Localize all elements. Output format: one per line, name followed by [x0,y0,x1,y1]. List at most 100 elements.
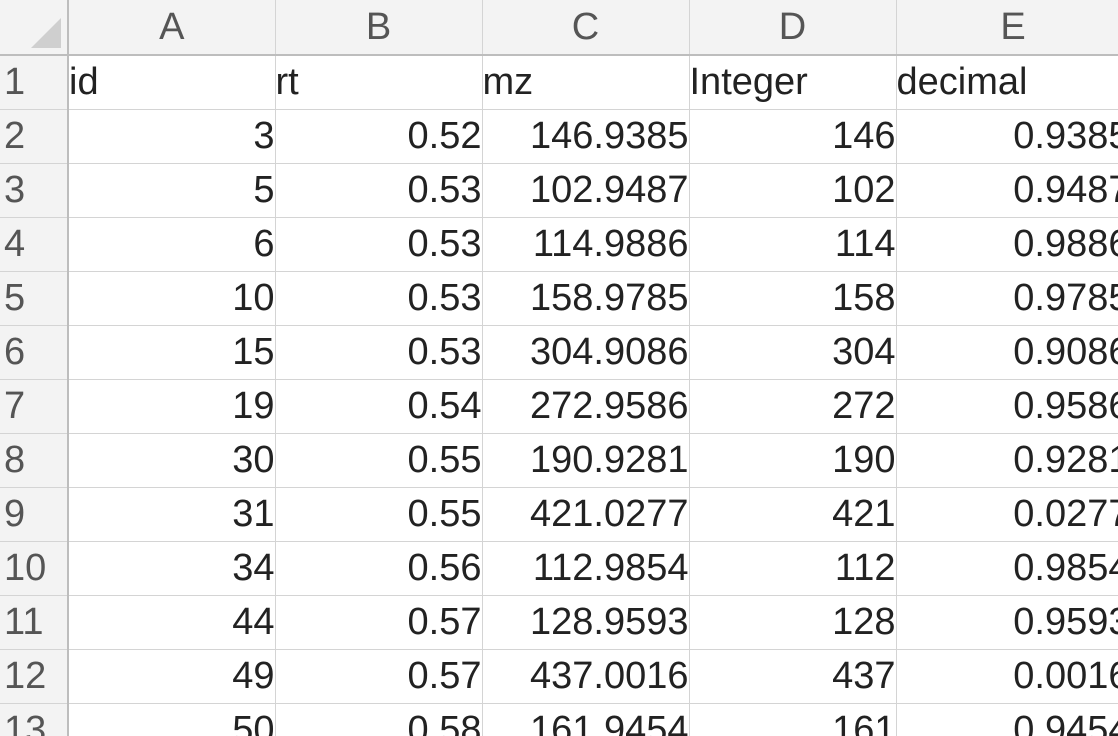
row-header[interactable]: 6 [0,325,69,380]
row-header[interactable]: 13 [0,703,69,736]
cell[interactable]: 128 [689,595,897,650]
row-header[interactable]: 4 [0,217,69,272]
cell[interactable]: 112.9854 [482,541,690,596]
cell[interactable]: 0.57 [275,595,483,650]
table-row: 12 49 0.57 437.0016 437 0.0016 [0,649,1118,704]
cell[interactable]: 102 [689,163,897,218]
column-header-b[interactable]: B [275,0,483,56]
cell[interactable]: 304.9086 [482,325,690,380]
column-header-a[interactable]: A [68,0,276,56]
cell-table: A B C D E 1 id rt mz Integer decimal 230… [0,0,1118,736]
table-row: 8 30 0.55 190.9281 190 0.9281 [0,433,1118,488]
cell[interactable]: Integer [689,55,897,110]
cell[interactable]: 114 [689,217,897,272]
cell[interactable]: 19 [68,379,276,434]
cell[interactable]: decimal [896,55,1118,110]
cell[interactable]: 0.9593 [896,595,1118,650]
row-header[interactable]: 9 [0,487,69,542]
cell[interactable]: 44 [68,595,276,650]
table-row: 5 10 0.53 158.9785 158 0.9785 [0,271,1118,326]
table-row: 13 50 0.58 161.9454 161 0.9454 [0,703,1118,736]
cell[interactable]: 0.55 [275,487,483,542]
cell[interactable]: 0.0277 [896,487,1118,542]
cell[interactable]: 146 [689,109,897,164]
cell[interactable]: 10 [68,271,276,326]
cell[interactable]: 0.9487 [896,163,1118,218]
cell[interactable]: 34 [68,541,276,596]
cell[interactable]: 146.9385 [482,109,690,164]
cell[interactable]: 0.58 [275,703,483,736]
table-row: 4 6 0.53 114.9886 114 0.9886 [0,217,1118,272]
row-header[interactable]: 11 [0,595,69,650]
row-header[interactable]: 5 [0,271,69,326]
cell[interactable]: 50 [68,703,276,736]
cell[interactable]: 0.54 [275,379,483,434]
cell[interactable]: 161.9454 [482,703,690,736]
cell[interactable]: 0.9586 [896,379,1118,434]
cell[interactable]: 30 [68,433,276,488]
cell[interactable]: 437 [689,649,897,704]
cell[interactable]: 0.56 [275,541,483,596]
row-header[interactable]: 12 [0,649,69,704]
cell[interactable]: 102.9487 [482,163,690,218]
row-header[interactable]: 8 [0,433,69,488]
cell[interactable]: 272.9586 [482,379,690,434]
table-row: 1 id rt mz Integer decimal [0,55,1118,110]
cell[interactable]: 190 [689,433,897,488]
cell[interactable]: 437.0016 [482,649,690,704]
cell[interactable]: 0.52 [275,109,483,164]
row-header[interactable]: 3 [0,163,69,218]
cell[interactable]: 0.9854 [896,541,1118,596]
cell[interactable]: 421 [689,487,897,542]
cell[interactable]: 128.9593 [482,595,690,650]
column-header-c[interactable]: C [482,0,690,56]
cell[interactable]: mz [482,55,690,110]
cell[interactable]: 0.57 [275,649,483,704]
cell[interactable]: 158 [689,271,897,326]
cell[interactable]: 158.9785 [482,271,690,326]
cell[interactable]: 49 [68,649,276,704]
row-header[interactable]: 7 [0,379,69,434]
column-header-e[interactable]: E [896,0,1118,56]
cell[interactable]: 3 [68,109,276,164]
table-row: 2 3 0.52 146.9385 146 0.9385 [0,109,1118,164]
cell[interactable]: id [68,55,276,110]
select-all-triangle-icon [31,18,61,48]
cell[interactable]: 190.9281 [482,433,690,488]
table-row: 11 44 0.57 128.9593 128 0.9593 [0,595,1118,650]
cell[interactable]: 0.9086 [896,325,1118,380]
cell[interactable]: 161 [689,703,897,736]
cell[interactable]: 0.53 [275,217,483,272]
cell[interactable]: 5 [68,163,276,218]
data-rows: 2 3 0.52 146.9385 146 0.9385 3 5 0.53 102.9487 102… [0,109,1118,736]
cell[interactable]: 15 [68,325,276,380]
cell[interactable]: 0.55 [275,433,483,488]
cell[interactable]: 0.9454 [896,703,1118,736]
cell[interactable]: 112 [689,541,897,596]
cell[interactable]: 114.9886 [482,217,690,272]
cell[interactable]: 0.9785 [896,271,1118,326]
row-header[interactable]: 1 [0,55,69,110]
row-header[interactable]: 10 [0,541,69,596]
cell[interactable]: 0.53 [275,163,483,218]
select-all-corner[interactable] [0,0,69,56]
cell[interactable]: 304 [689,325,897,380]
cell[interactable]: 31 [68,487,276,542]
cell[interactable]: 421.0277 [482,487,690,542]
cell[interactable]: 0.0016 [896,649,1118,704]
cell[interactable]: 0.53 [275,271,483,326]
cell[interactable]: 0.9385 [896,109,1118,164]
cell[interactable]: 6 [68,217,276,272]
table-row: 3 5 0.53 102.9487 102 0.9487 [0,163,1118,218]
cell[interactable]: rt [275,55,483,110]
cell[interactable]: 0.53 [275,325,483,380]
spreadsheet-grid: A B C D E 1 id rt mz Integer decimal 230… [0,0,1118,736]
column-header-d[interactable]: D [689,0,897,56]
cell[interactable]: 0.9886 [896,217,1118,272]
cell[interactable]: 0.9281 [896,433,1118,488]
row-header[interactable]: 2 [0,109,69,164]
table-row: 9 31 0.55 421.0277 421 0.0277 [0,487,1118,542]
table-row: 10 34 0.56 112.9854 112 0.9854 [0,541,1118,596]
cell[interactable]: 272 [689,379,897,434]
table-row: 7 19 0.54 272.9586 272 0.9586 [0,379,1118,434]
